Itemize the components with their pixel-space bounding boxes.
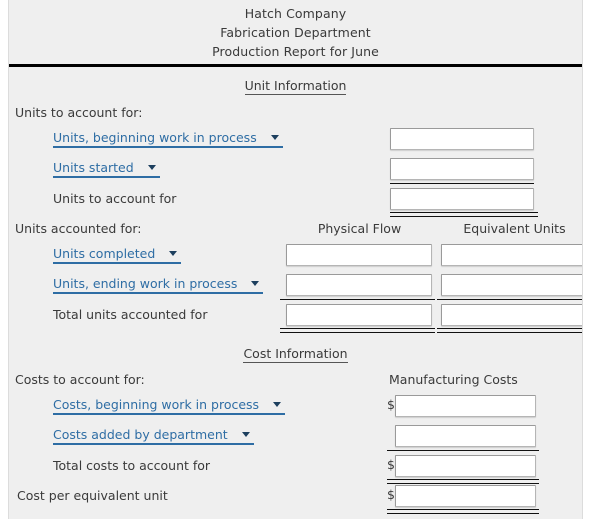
subtotal-rule-units-to-account [390,183,534,184]
units-accounted-header-row: Units accounted for: Physical Flow Equiv… [9,217,582,243]
units-completed-row: Units completed [9,243,582,273]
select-units-beginning-wip-value: Units, beginning work in process [53,129,257,145]
total-rule-equivalent-units [437,328,582,333]
input-total-units-accounted-physical[interactable] [286,304,432,326]
input-units-started[interactable] [390,158,534,180]
costs-to-account-for-label: Costs to account for: [15,372,145,387]
costs-added-by-department-row: Costs added by department [9,424,582,454]
units-beginning-wip-row: Units, beginning work in process [9,127,582,157]
input-units-ending-wip-equivalent[interactable] [441,274,582,296]
chevron-down-icon [270,134,279,140]
subtotal-rule-physical-flow [280,299,435,300]
units-accounted-for-label: Units accounted for: [15,221,142,236]
select-costs-beginning-wip-value: Costs, beginning work in process [53,396,260,412]
select-costs-added-by-department[interactable]: Costs added by department [53,425,254,445]
cost-information-heading: Cost Information [9,346,582,363]
chevron-down-icon [169,250,178,256]
costs-to-account-header-row: Costs to account for: Manufacturing Cost… [9,368,582,394]
currency-symbol: $ [387,457,395,472]
input-total-units-accounted-equivalent[interactable] [441,304,582,326]
select-costs-beginning-wip[interactable]: Costs, beginning work in process [53,395,286,415]
chevron-down-icon [147,164,156,170]
chevron-down-icon [241,431,250,437]
subtotal-rule-equivalent-units [437,299,582,300]
select-units-completed-value: Units completed [53,245,156,261]
report-header: Hatch Company Fabrication Department Pro… [9,0,582,67]
production-report-page: Hatch Company Fabrication Department Pro… [8,0,583,519]
select-units-completed[interactable]: Units completed [53,244,182,264]
cost-per-equivalent-unit-row: Cost per equivalent unit $ [9,484,582,514]
cost-per-equivalent-unit-label: Cost per equivalent unit [17,488,168,503]
total-units-to-account-label: Units to account for [53,191,177,206]
company-name: Hatch Company [244,6,347,21]
select-units-ending-wip-value: Units, ending work in process [53,275,238,291]
column-header-physical-flow: Physical Flow [317,221,402,236]
input-costs-added-by-department[interactable] [395,425,536,447]
total-units-to-account-row: Units to account for [9,187,582,217]
select-costs-added-by-department-value: Costs added by department [53,426,228,442]
input-total-costs[interactable] [395,455,536,477]
department-name: Fabrication Department [220,25,371,40]
unit-information-heading-text: Unit Information [244,78,347,95]
select-units-ending-wip[interactable]: Units, ending work in process [53,274,264,294]
input-cost-per-equivalent-unit[interactable] [395,485,536,507]
costs-beginning-wip-row: Costs, beginning work in process $ [9,394,582,424]
total-units-accounted-label: Total units accounted for [53,307,208,322]
column-header-equivalent-units: Equivalent Units [463,221,566,236]
total-rule-cost-per-equivalent-unit [387,509,539,514]
select-units-beginning-wip[interactable]: Units, beginning work in process [53,128,283,148]
input-units-completed-equivalent[interactable] [441,244,582,266]
unit-information-heading: Unit Information [9,78,582,95]
chevron-down-icon [251,280,260,286]
units-ending-wip-row: Units, ending work in process [9,273,582,303]
currency-symbol: $ [387,397,395,412]
select-units-started-value: Units started [53,159,134,175]
subtotal-rule-costs [387,450,539,451]
chevron-down-icon [273,401,282,407]
total-costs-label: Total costs to account for [53,458,211,473]
input-total-units-to-account[interactable] [390,188,534,210]
cost-information-heading-text: Cost Information [243,346,348,363]
select-units-started[interactable]: Units started [53,158,160,178]
total-units-accounted-row: Total units accounted for [9,303,582,333]
column-header-manufacturing-costs: Manufacturing Costs [389,372,518,387]
input-units-ending-wip-physical[interactable] [286,274,432,296]
input-units-beginning-wip[interactable] [390,128,534,150]
total-rule-physical-flow [280,328,435,333]
input-costs-beginning-wip[interactable] [395,395,536,417]
units-to-account-for-label: Units to account for: [15,105,143,120]
units-started-row: Units started [9,157,582,187]
total-costs-row: Total costs to account for $ [9,454,582,484]
report-subtitle: Production Report for June [212,44,379,59]
units-to-account-for-label-row: Units to account for: [9,101,582,127]
input-units-completed-physical[interactable] [286,244,432,266]
currency-symbol: $ [387,487,395,502]
